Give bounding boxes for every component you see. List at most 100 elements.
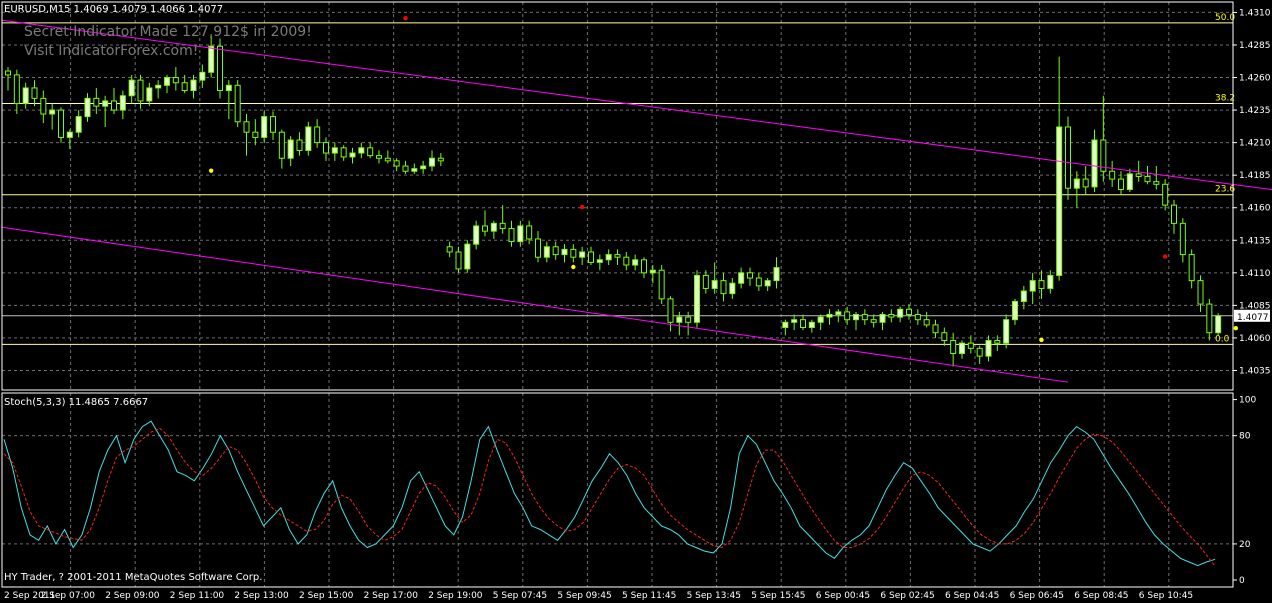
candle-body bbox=[879, 313, 886, 323]
fractal-down-marker bbox=[1233, 326, 1239, 331]
fractal-down-marker bbox=[208, 168, 214, 173]
candle-body bbox=[561, 248, 568, 256]
candle-body bbox=[446, 246, 453, 253]
candle-body bbox=[747, 272, 753, 279]
candle-body bbox=[694, 274, 700, 323]
candle-body bbox=[800, 319, 806, 329]
trendlines[interactable] bbox=[1, 19, 1272, 383]
candle-body bbox=[102, 100, 109, 107]
fibonacci-levels: 50.0 38.2 23.6 0.0 bbox=[2, 13, 1235, 345]
candle-body bbox=[1162, 183, 1169, 206]
time-tick-label: 5 Sep 07:45 bbox=[493, 591, 547, 601]
candle-body bbox=[1197, 280, 1204, 305]
candle-body bbox=[278, 131, 285, 159]
time-tick-label: 6 Sep 04:45 bbox=[945, 591, 999, 601]
candle-body bbox=[906, 308, 912, 315]
candle-body bbox=[111, 100, 117, 111]
time-tick-label: 2 Sep 11:00 bbox=[170, 591, 225, 601]
candle-body bbox=[535, 238, 541, 258]
candle-body bbox=[782, 321, 789, 329]
candle-body bbox=[517, 225, 524, 243]
candle-body bbox=[1091, 139, 1098, 188]
candle-body bbox=[217, 45, 223, 92]
candle-body bbox=[641, 259, 647, 274]
candle-body bbox=[976, 347, 983, 357]
candle-body bbox=[58, 109, 64, 138]
candle-body bbox=[5, 70, 11, 76]
chart-canvas: 50.038.223.60.0 10080200 1.43101.42851.4… bbox=[1, 1, 1272, 601]
time-tick-label: 2 Sep 15:00 bbox=[299, 591, 354, 601]
candle-body bbox=[358, 147, 365, 154]
time-tick-label: 2 Sep 09:00 bbox=[105, 591, 160, 601]
candlestick-series[interactable] bbox=[5, 35, 1222, 367]
fractal-up-marker bbox=[579, 204, 585, 210]
stochastic-panel-frame bbox=[1, 392, 1234, 588]
time-tick-label: 2 Sep 13:00 bbox=[234, 591, 289, 601]
fibo-level-label: 0.0 bbox=[1215, 334, 1230, 344]
fibo-level-label: 50.0 bbox=[1215, 13, 1235, 23]
price-tick-label: 1.4210 bbox=[1239, 139, 1271, 149]
fractal-up-marker bbox=[403, 16, 408, 21]
candle-body bbox=[1056, 126, 1063, 276]
candle-body bbox=[393, 160, 400, 167]
candle-body bbox=[402, 165, 409, 172]
candle-body bbox=[605, 254, 612, 261]
candle-body bbox=[676, 316, 683, 323]
candle-body bbox=[959, 342, 965, 355]
candle-body bbox=[853, 313, 859, 321]
price-tick-label: 1.4235 bbox=[1239, 106, 1271, 116]
candle-body bbox=[764, 280, 771, 287]
fractal-markers bbox=[208, 16, 1239, 343]
current-price-label: 1.4077 bbox=[1237, 313, 1269, 323]
candle-body bbox=[941, 332, 948, 342]
candle-body bbox=[287, 139, 294, 159]
candle-body bbox=[588, 251, 594, 263]
candle-body bbox=[1188, 254, 1195, 282]
candle-body bbox=[1038, 280, 1045, 289]
candle-body bbox=[464, 243, 471, 270]
candle-body bbox=[340, 147, 347, 158]
candle-body bbox=[835, 311, 842, 315]
price-tick-label: 1.4260 bbox=[1239, 74, 1271, 84]
candle-body bbox=[1029, 280, 1036, 292]
candle-body bbox=[208, 45, 215, 73]
candle-body bbox=[155, 84, 162, 89]
candle-body bbox=[729, 282, 736, 295]
stoch-tick-label: 100 bbox=[1239, 396, 1256, 406]
candle-body bbox=[826, 313, 833, 318]
time-tick-label: 5 Sep 11:45 bbox=[622, 591, 676, 601]
candle-body bbox=[755, 277, 762, 287]
candle-body bbox=[817, 316, 824, 323]
candle-body bbox=[190, 79, 197, 92]
candle-body bbox=[738, 272, 745, 284]
candle-body bbox=[552, 246, 559, 256]
candle-body bbox=[1215, 315, 1222, 334]
time-tick-label: 6 Sep 08:45 bbox=[1074, 591, 1128, 601]
candle-body bbox=[888, 313, 895, 318]
fractal-down-marker bbox=[571, 264, 576, 270]
candle-body bbox=[685, 316, 692, 323]
time-tick-label: 5 Sep 15:45 bbox=[751, 591, 805, 601]
candle-body bbox=[923, 319, 930, 326]
candle-body bbox=[508, 228, 515, 243]
candle-body bbox=[1065, 126, 1071, 189]
time-tick-label: 6 Sep 06:45 bbox=[1010, 591, 1064, 601]
candle-body bbox=[234, 84, 241, 123]
candle-body bbox=[1003, 319, 1010, 344]
candle-body bbox=[243, 121, 250, 133]
candle-body bbox=[84, 97, 91, 118]
candle-body bbox=[632, 259, 639, 266]
candle-body bbox=[296, 139, 303, 151]
candle-body bbox=[711, 280, 718, 289]
fractal-down-marker bbox=[1039, 337, 1044, 343]
candle-body bbox=[579, 251, 586, 258]
candle-body bbox=[543, 246, 550, 258]
candle-body bbox=[614, 254, 621, 258]
candle-body bbox=[967, 342, 974, 349]
promo-text-line-1: Secret Indicator Made 127,912$ in 2009! bbox=[24, 24, 312, 40]
price-tick-label: 1.4060 bbox=[1239, 334, 1271, 344]
stoch-tick-label: 0 bbox=[1239, 576, 1245, 586]
candle-body bbox=[75, 116, 82, 133]
candle-body bbox=[844, 311, 851, 321]
candle-body bbox=[40, 97, 47, 115]
